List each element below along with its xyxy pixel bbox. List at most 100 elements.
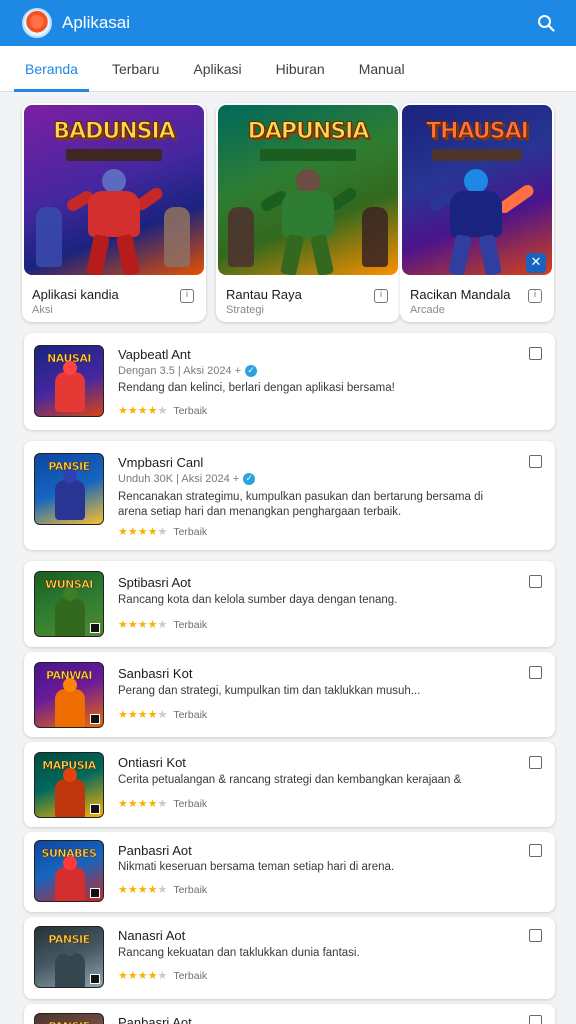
rating-label: Terbaik <box>173 618 208 631</box>
app-title: Vapbeatl Ant <box>118 347 191 362</box>
character-figure <box>55 953 85 987</box>
featured-artwork: DAPUNSIA <box>218 105 398 275</box>
list-item[interactable]: MAPUSIA Ontiasri Kot Cerita petualangan … <box>24 742 555 827</box>
badge-icon <box>90 623 100 633</box>
app-logo-icon[interactable] <box>22 8 52 38</box>
info-icon[interactable]: i <box>374 289 388 303</box>
badge-icon <box>90 714 100 724</box>
select-checkbox[interactable] <box>529 666 542 679</box>
app-thumbnail: PANSIE <box>34 1013 104 1024</box>
close-icon[interactable]: ✕ <box>526 253 546 273</box>
select-checkbox[interactable] <box>529 347 542 360</box>
app-meta: Unduh 30K | Aksi 2024 + ✓ <box>118 473 256 485</box>
star-rating-icon: ★★★★★ <box>118 404 168 417</box>
select-checkbox[interactable] <box>529 929 542 942</box>
info-icon[interactable]: i <box>180 289 194 303</box>
star-rating-icon: ★★★★★ <box>118 708 168 721</box>
featured-artwork: BADUNSIA <box>24 105 204 275</box>
app-description: Cerita petualangan & rancang strategi da… <box>118 774 462 786</box>
featured-category: Strategi <box>226 304 264 316</box>
app-title: Ontiasri Kot <box>118 755 186 770</box>
list-item[interactable]: NAUSAI Vapbeatl Ant Dengan 3.5 | Aksi 20… <box>24 333 555 430</box>
character-figure <box>36 207 62 267</box>
app-rating: ★★★★★ Terbaik <box>118 708 207 721</box>
tab-entertainment[interactable]: Hiburan <box>265 46 336 92</box>
character-figure <box>55 372 85 412</box>
character-figure <box>55 867 85 901</box>
list-item[interactable]: PANSIE Panbasri Aot <box>24 1004 555 1024</box>
featured-art-banner <box>260 149 356 161</box>
app-title: Vmpbasri Canl <box>118 455 204 470</box>
hero-figure <box>426 169 536 275</box>
app-thumbnail: WUNSAI <box>34 571 104 637</box>
search-button[interactable] <box>530 7 562 39</box>
app-rating: ★★★★★ Terbaik <box>118 797 207 810</box>
thumbnail-title: PANSIE <box>38 1020 100 1024</box>
featured-category: Arcade <box>410 304 445 316</box>
select-checkbox[interactable] <box>529 844 542 857</box>
star-rating-icon: ★★★★★ <box>118 969 168 982</box>
rating-label: Terbaik <box>173 797 208 810</box>
character-figure <box>362 207 388 267</box>
app-title: Panbasri Aot <box>118 843 192 858</box>
select-checkbox[interactable] <box>529 575 542 588</box>
app-description: Nikmati keseruan bersama teman setiap ha… <box>118 861 395 873</box>
character-figure <box>164 207 190 267</box>
star-rating-icon: ★★★★★ <box>118 525 168 538</box>
app-rating: ★★★★★ Terbaik <box>118 525 207 538</box>
badge-icon <box>90 888 100 898</box>
app-thumbnail: PANSIE <box>34 926 104 988</box>
app-description: Rencanakan strategimu, kumpulkan pasukan… <box>118 491 484 518</box>
character-figure <box>55 480 85 520</box>
app-description: Rendang dan kelinci, berlari dengan apli… <box>118 382 395 394</box>
badge-icon <box>90 974 100 984</box>
tab-apps[interactable]: Aplikasi <box>182 46 252 92</box>
character-figure <box>55 689 85 727</box>
star-rating-icon: ★★★★★ <box>118 883 168 896</box>
app-rating: ★★★★★ Terbaik <box>118 618 207 631</box>
list-item[interactable]: SUNABES Panbasri Aot Nikmati keseruan be… <box>24 832 555 912</box>
app-thumbnail: MAPUSIA <box>34 752 104 818</box>
app-rating: ★★★★★ Terbaik <box>118 404 207 417</box>
select-checkbox[interactable] <box>529 756 542 769</box>
rating-label: Terbaik <box>173 883 208 896</box>
featured-artwork: THAUSAI ✕ <box>402 105 552 275</box>
app-title: Panbasri Aot <box>118 1015 192 1024</box>
featured-art-title: DAPUNSIA <box>247 119 370 145</box>
star-rating-icon: ★★★★★ <box>118 618 168 631</box>
app-thumbnail: SUNABES <box>34 840 104 902</box>
list-item[interactable]: PANSIE Nanasri Aot Rancang kekuatan dan … <box>24 917 555 999</box>
rating-label: Terbaik <box>173 525 208 538</box>
list-item[interactable]: PANSIE Vmpbasri Canl Unduh 30K | Aksi 20… <box>24 441 555 550</box>
featured-name: Rantau Raya <box>226 287 302 302</box>
tab-bar: Beranda Terbaru Aplikasi Hiburan Manual <box>0 46 576 92</box>
featured-category: Aksi <box>32 304 53 316</box>
rating-label: Terbaik <box>173 708 208 721</box>
character-figure <box>55 779 85 817</box>
star-rating-icon: ★★★★★ <box>118 797 168 810</box>
app-description: Rancang kekuatan dan taklukkan dunia fan… <box>118 947 360 959</box>
app-title: Sanbasri Kot <box>118 666 193 681</box>
list-item[interactable]: PANWAI Sanbasri Kot Perang dan strategi,… <box>24 652 555 737</box>
featured-card[interactable]: BADUNSIA Aplikasi kandia Aksi i <box>22 103 206 322</box>
app-thumbnail: NAUSAI <box>34 345 104 417</box>
info-icon[interactable]: i <box>528 289 542 303</box>
tab-manual[interactable]: Manual <box>348 46 416 92</box>
select-checkbox[interactable] <box>529 1015 542 1024</box>
featured-card[interactable]: DAPUNSIA Rantau Raya Strategi i <box>216 103 400 322</box>
app-rating: ★★★★★ Terbaik <box>118 883 207 896</box>
app-meta: Dengan 3.5 | Aksi 2024 + ✓ <box>118 365 258 377</box>
list-item[interactable]: WUNSAI Sptibasri Aot Rancang kota dan ke… <box>24 561 555 647</box>
rating-label: Terbaik <box>173 969 208 982</box>
featured-name: Racikan Mandala <box>410 287 511 302</box>
hero-figure <box>64 169 165 275</box>
app-meta-text: Unduh 30K | Aksi 2024 + <box>118 473 240 485</box>
app-title: Sptibasri Aot <box>118 575 191 590</box>
tab-home[interactable]: Beranda <box>14 46 89 92</box>
app-description: Rancang kota dan kelola sumber daya deng… <box>118 594 398 606</box>
select-checkbox[interactable] <box>529 455 542 468</box>
app-thumbnail: PANWAI <box>34 662 104 728</box>
tab-latest[interactable]: Terbaru <box>101 46 170 92</box>
verified-icon: ✓ <box>245 365 258 377</box>
featured-card[interactable]: THAUSAI ✕ Racikan Mandala Arcade i <box>400 103 554 322</box>
